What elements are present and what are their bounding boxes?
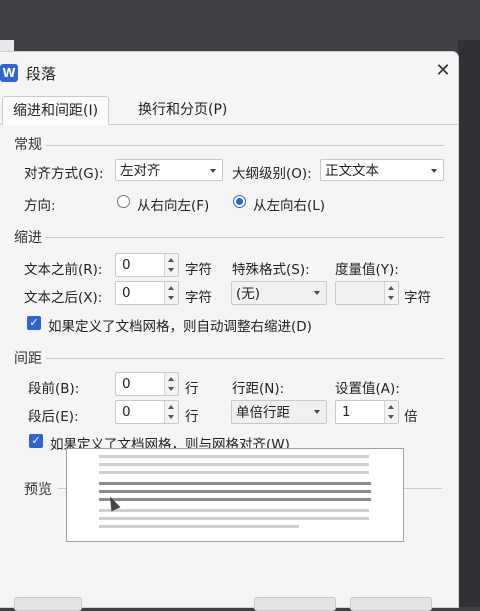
preview-line [99,498,371,501]
divider [46,358,444,359]
auto-adjust-checkbox[interactable]: ✓ [27,316,41,330]
section-spacing-title: 间距 [14,351,42,367]
divider [46,145,444,146]
space-after-value: 0 [122,404,131,420]
section-general-title: 常规 [14,137,42,153]
line-spacing-value: 单倍行距 [236,405,290,421]
paragraph-preview [66,448,404,542]
chevron-down-icon [431,169,437,173]
space-before-unit: 行 [185,381,199,397]
spinner-arrows-icon[interactable] [164,401,178,423]
indent-before-label: 文本之前(R): [24,262,103,278]
special-format-label: 特殊格式(S): [232,262,310,278]
preview-line [99,525,299,528]
measure-label: 度量值(Y): [335,262,399,278]
measure-unit: 字符 [404,290,431,306]
preview-line [99,517,369,520]
chevron-down-icon [314,410,320,414]
tab-indent-spacing[interactable]: 缩进和间距(I) [2,96,110,125]
preview-line [99,463,369,466]
dialog-titlebar: W 段落 ✕ [0,52,458,94]
chevron-down-icon [210,169,216,173]
divider [46,237,444,238]
spinner-arrows-icon[interactable] [164,282,178,304]
align-label: 对齐方式(G): [24,166,104,182]
section-preview-title: 预览 [24,482,52,498]
space-after-label: 段后(E): [28,409,79,425]
outline-level-value: 正文文本 [325,163,379,179]
indent-after-value: 0 [122,285,131,301]
align-select[interactable]: 左对齐 [115,159,223,181]
section-indent-title: 缩进 [14,230,42,246]
dialog-title: 段落 [26,65,57,83]
cancel-button[interactable] [350,597,432,611]
special-format-select[interactable]: (无) [231,281,327,305]
setting-value-value: 1 [342,404,351,420]
auto-adjust-label: 如果定义了文档网格，则自动调整右缩进(D) [48,319,312,335]
line-spacing-label: 行距(N): [232,381,285,397]
ltr-label: 从左向右(L) [253,198,326,214]
preview-line [99,455,369,458]
preview-line [99,482,371,485]
indent-before-input[interactable]: 0 [115,253,179,277]
rtl-label: 从右向左(F) [137,198,210,214]
special-format-value: (无) [236,286,261,302]
ok-button[interactable] [254,597,336,611]
snap-grid-checkbox[interactable]: ✓ [29,434,43,448]
tab-line-page-breaks[interactable]: 换行和分页(P) [128,96,237,124]
indent-before-unit: 字符 [185,262,212,278]
wps-writer-icon: W [0,64,18,82]
chevron-down-icon [314,291,320,295]
spinner-arrows-icon[interactable] [384,401,398,423]
measure-input[interactable] [335,281,399,305]
background-panel [458,40,480,607]
indent-before-value: 0 [122,257,131,273]
preview-line [99,490,371,493]
setting-value-unit: 倍 [404,409,418,425]
preview-line [99,471,369,474]
space-before-label: 段前(B): [28,381,80,397]
outline-level-select[interactable]: 正文文本 [320,159,444,181]
spinner-arrows-icon[interactable] [164,254,178,276]
tabs-button[interactable] [14,597,82,611]
setting-value-input[interactable]: 1 [335,400,399,424]
tab-bar: 缩进和间距(I) 换行和分页(P) [0,96,458,125]
spinner-arrows-icon[interactable] [384,282,398,304]
direction-label: 方向: [24,198,56,214]
space-before-value: 0 [122,376,131,392]
indent-after-unit: 字符 [185,290,212,306]
rtl-radio[interactable] [117,195,130,208]
space-after-unit: 行 [185,409,199,425]
ltr-radio[interactable] [233,195,246,208]
space-after-input[interactable]: 0 [115,400,179,424]
setting-value-label: 设置值(A): [335,381,400,397]
close-icon[interactable]: ✕ [432,60,454,82]
line-spacing-select[interactable]: 单倍行距 [231,400,327,424]
spinner-arrows-icon[interactable] [164,373,178,395]
outline-level-label: 大纲级别(O): [232,166,312,182]
preview-line [99,509,369,512]
indent-after-label: 文本之后(X): [24,290,103,306]
align-value: 左对齐 [120,163,161,179]
indent-after-input[interactable]: 0 [115,281,179,305]
space-before-input[interactable]: 0 [115,372,179,396]
